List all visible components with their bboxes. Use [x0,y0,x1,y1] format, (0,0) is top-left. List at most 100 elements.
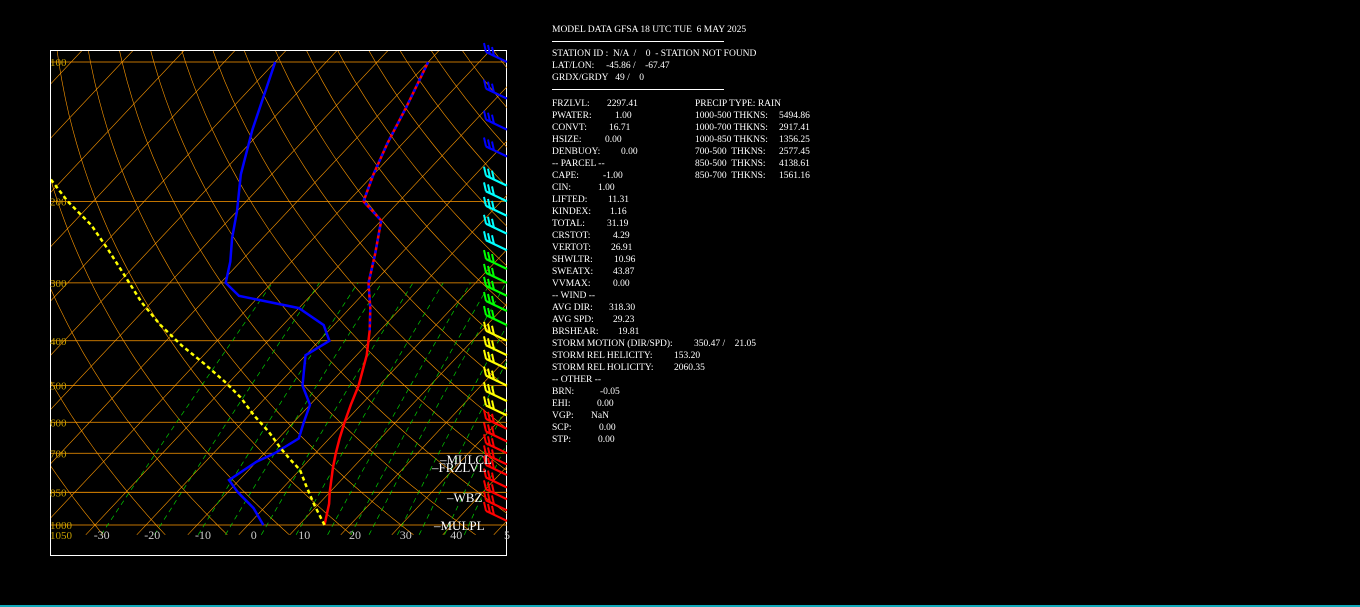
stat-label: PWATER: [552,111,592,121]
wind-barb [483,166,508,187]
stat-value: 26.91 [611,243,633,253]
stat-row: KINDEX: 1.16 [552,206,756,218]
stat-row: STORM REL HOLICITY: 2060.35 [552,362,756,374]
stat-row: BRSHEAR: 19.81 [552,326,756,338]
stat-label: TOTAL: [552,219,585,229]
stat-label: 1000-700 THKNS: [695,123,768,133]
model-title: MODEL DATA GFSA 18 UTC TUE 6 MAY 2025 [552,25,747,35]
station-id: STATION ID : N/A / 0 - STATION NOT FOUND [552,49,757,59]
stat-row: CIN: 1.00 [552,182,756,194]
y-tick-label: 200 [50,196,67,208]
stat-value: 43.87 [613,267,635,277]
stat-value: 350.47 / 21.05 [694,339,757,349]
mixing-ratio-line [197,282,359,535]
stat-row: CRSTOT: 4.29 [552,230,756,242]
stat-label: -- WIND -- [552,291,596,301]
wind-barb [483,42,508,63]
stat-value: 1.00 [615,111,632,121]
stat-label: STORM REL HELICITY: [552,351,653,361]
y-tick-label: 300 [50,278,67,290]
stat-row: VVMAX: 0.00 [552,278,756,290]
stat-row: VERTOT: 26.91 [552,242,756,254]
stat-value: 153.20 [674,351,701,361]
stat-label: BRSHEAR: [552,327,599,337]
stat-row: STORM REL HELICITY: 153.20 [552,350,756,362]
stat-value: 0.00 [598,435,615,445]
stat-row: 1000-700 THKNS: 2917.41 [695,122,895,134]
stat-value: NaN [591,411,609,421]
stat-label: KINDEX: [552,207,592,217]
stat-value: -0.05 [600,387,620,397]
dry-adiabat-line [119,51,476,536]
stat-value: 2060.35 [674,363,705,373]
grid-xy: GRDX/GRDY 49 / 0 [552,73,645,83]
stat-label: HSIZE: [552,135,582,145]
stat-label: STP: [552,435,572,445]
y-tick-label: 600 [50,417,67,429]
stat-label: STORM MOTION (DIR/SPD): [552,339,673,349]
x-tick-label: 10 [298,528,310,542]
stat-row: BRN: -0.05 [552,386,756,398]
stat-value: 29.23 [613,315,635,325]
dry-adiabat-line [88,51,414,536]
stat-row: STORM MOTION (DIR/SPD): 350.47 / 21.05 [552,338,756,350]
y-tick-label: 850 [50,487,67,499]
x-tick-label: -20 [144,528,160,542]
stat-label: 850-500 THKNS: [695,159,766,169]
stat-label: BRN: [552,387,575,397]
isotherm-line [51,51,82,84]
stat-row: STP: 0.00 [552,434,756,446]
stat-label: 850-700 THKNS: [695,171,766,181]
stat-value: 31.19 [607,219,629,229]
dry-adiabat-line [181,51,507,471]
stat-label: 1000-850 THKNS: [695,135,768,145]
stat-row: AVG SPD: 29.23 [552,314,756,326]
virtual-temperature-line [362,61,430,331]
stat-label: VGP: [552,411,574,421]
stat-label: SHWLTR: [552,255,593,265]
stat-label: DENBUOY: [552,147,601,157]
x-tick-label: -30 [94,528,110,542]
y-tick-label: 700 [50,448,67,460]
stat-row: SCP: 0.00 [552,422,756,434]
y-tick-label: 100 [50,57,67,69]
stat-value: 0.00 [605,135,622,145]
dry-adiabat-line [56,51,352,536]
stat-row: -- OTHER -- [552,374,756,386]
isotherm-line [51,51,439,464]
divider [552,36,724,42]
stat-value: 11.31 [608,195,630,205]
stat-value: 1.00 [598,183,615,193]
stat-label: CONVT: [552,123,587,133]
isotherm-line [51,51,490,518]
stat-label: 1000-500 THKNS: [695,111,768,121]
level-label: –MULPL [433,518,485,533]
isotherm-line [51,51,286,301]
stat-row: 1000-850 THKNS: 1356.25 [695,134,895,146]
stat-label: 700-500 THKNS: [695,147,766,157]
isotherm-line [51,51,133,139]
stat-row: 850-700 THKNS: 1561.16 [695,170,895,182]
y-tick-label: 400 [50,336,67,348]
stat-row: LIFTED: 11.31 [552,194,756,206]
wind-barb [483,110,508,131]
stat-value: 4138.61 [779,159,810,169]
stat-label: VVMAX: [552,279,591,289]
stat-value: 2297.41 [607,99,638,109]
y-tick-label: 500 [50,381,67,393]
x-tick-label: -10 [195,528,211,542]
y-tick-label: 1050 [50,530,73,542]
stat-label: AVG DIR: [552,303,593,313]
stat-label: AVG SPD: [552,315,594,325]
mixing-ratio-line [100,282,273,535]
wind-barb [483,422,508,443]
stat-row: -- WIND -- [552,290,756,302]
stat-row: 1000-500 THKNS: 5494.86 [695,110,895,122]
stat-label: PRECIP TYPE: RAIN [695,99,782,109]
stat-row: SWEATX: 43.87 [552,266,756,278]
stat-row: SHWLTR: 10.96 [552,254,756,266]
level-label: –WBZ [446,490,482,505]
x-tick-label: 5 [504,528,510,542]
stat-row: TOTAL: 31.19 [552,218,756,230]
x-tick-label: 0 [251,528,257,542]
